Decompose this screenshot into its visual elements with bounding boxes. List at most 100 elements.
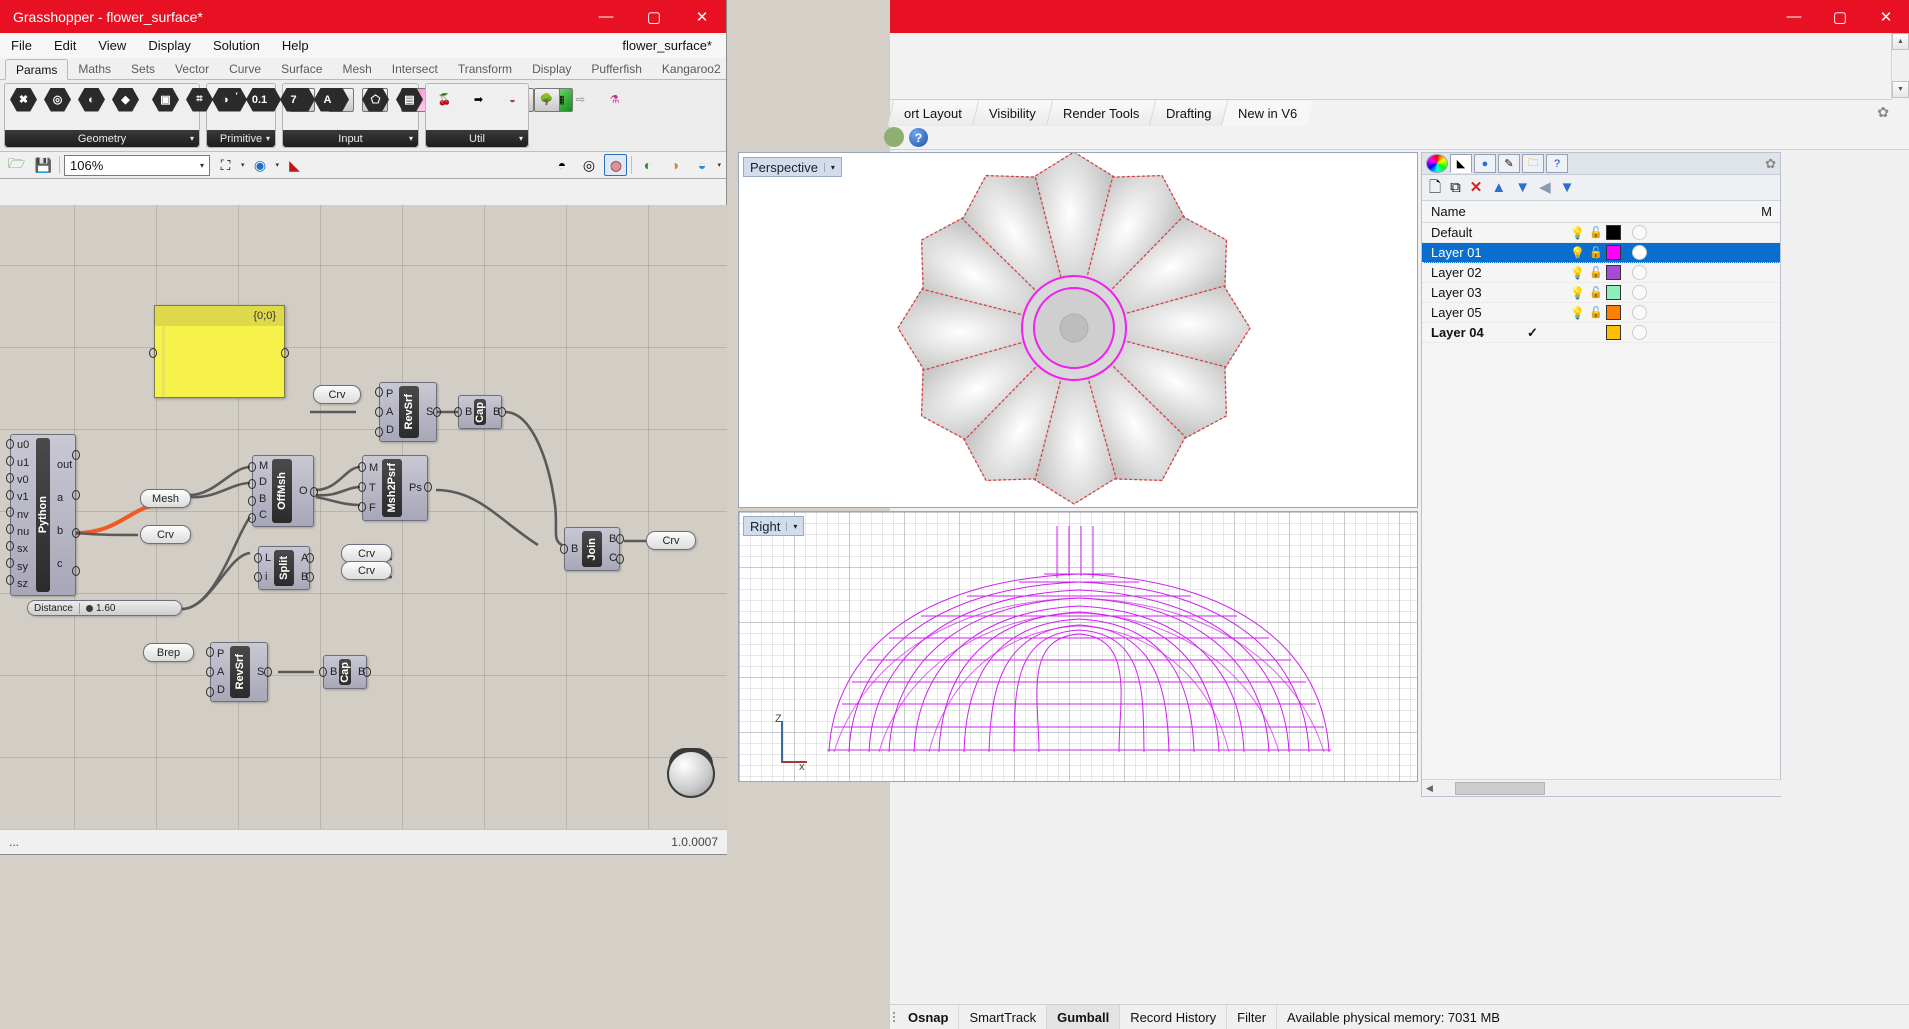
menu-edit[interactable]: Edit [43, 33, 87, 58]
output-ps[interactable]: Ps [403, 481, 423, 496]
back-icon[interactable]: ◀ [1539, 180, 1551, 195]
python-in-port-v0[interactable] [6, 473, 14, 483]
input-sx[interactable]: sx [11, 542, 35, 557]
unlocked-padlock-icon[interactable]: 🔓 [1586, 306, 1606, 319]
msh2psrf-title-bar[interactable]: Msh2Psrf [382, 459, 402, 517]
viewport-title-perspective[interactable]: Perspective ▾ [743, 157, 842, 177]
node-cap-2[interactable]: B Cap B [323, 655, 367, 689]
status-osnap[interactable]: Osnap [898, 1004, 960, 1029]
msh2psrf-in-m[interactable] [358, 462, 366, 472]
python-out-port-c[interactable] [72, 566, 80, 576]
menu-display[interactable]: Display [137, 33, 202, 58]
rhino-options-gear-icon[interactable]: ✿ [1877, 104, 1889, 121]
node-split[interactable]: L i Split A B [258, 546, 310, 590]
move-down-icon[interactable]: ▼ [1515, 180, 1530, 195]
eye-preview-icon[interactable]: ◉ [249, 154, 272, 176]
python-out-port-a[interactable] [72, 490, 80, 500]
cherry-icon[interactable]: 🍒 [428, 86, 461, 113]
python-in-port-nv[interactable] [6, 507, 14, 517]
render-icon[interactable]: ● [1474, 154, 1496, 173]
cap1-title-bar[interactable]: Cap [474, 399, 486, 425]
input-nv[interactable]: nv [11, 508, 35, 523]
color-wheel-icon[interactable] [1426, 154, 1448, 173]
layer-row-layer-01[interactable]: Layer 01 💡 🔓 [1422, 243, 1780, 263]
input-v1[interactable]: v1 [11, 490, 35, 505]
panel-0-0[interactable]: {0;0} [154, 305, 285, 398]
layers-icon[interactable]: ◣ [1450, 154, 1472, 173]
layer-material-icon[interactable] [1632, 225, 1647, 240]
tab-pufferfish[interactable]: Pufferfish [581, 58, 651, 79]
offmsh-title-bar[interactable]: OffMsh [272, 459, 292, 523]
join-out-b[interactable] [616, 534, 624, 544]
output-out[interactable]: out [51, 458, 75, 473]
layer-color-swatch[interactable] [1606, 325, 1621, 340]
jump-icon[interactable]: ➡ [462, 86, 495, 113]
param-crv-top[interactable]: Crv [313, 385, 361, 404]
python-in-port-sy[interactable] [6, 558, 14, 568]
help-icon[interactable]: ? [1546, 154, 1568, 173]
lightbulb-icon[interactable]: 💡 [1569, 286, 1586, 300]
tab-curve[interactable]: Curve [219, 58, 271, 79]
cap2-out-b[interactable] [363, 667, 371, 677]
layer-color-swatch[interactable] [1606, 245, 1621, 260]
rhino-command-scrollbar[interactable]: ▲ ▼ [1891, 33, 1909, 100]
join-out-c[interactable] [616, 554, 624, 564]
param-crv-split-b[interactable]: Crv [341, 561, 392, 580]
offmsh-out-o[interactable] [310, 487, 318, 497]
rhino-close-button[interactable]: ✕ [1863, 0, 1909, 33]
input-sz[interactable]: sz [11, 577, 35, 592]
input-v0[interactable]: v0 [11, 473, 35, 488]
preview-shaded-icon[interactable]: ◍ [604, 154, 628, 176]
zoom-extents-icon[interactable]: ⛶ [214, 154, 237, 176]
node-offmsh[interactable]: M D B C OffMsh O [252, 455, 314, 527]
tree-icon[interactable]: 🌳 [530, 86, 563, 113]
layer-row-layer-05[interactable]: Layer 05 💡 🔓 [1422, 303, 1780, 323]
offmsh-in-b[interactable] [248, 496, 256, 506]
chevron-down-icon[interactable]: ▾ [276, 161, 280, 169]
curve-param-icon[interactable]: ◐ [75, 86, 108, 113]
tab-viewport-layout[interactable]: ort Layout [886, 101, 978, 126]
revsrf2-out-s[interactable] [264, 667, 272, 677]
relay-icon[interactable]: ⇨ [564, 86, 597, 113]
layer-row-default[interactable]: Default 💡 🔓 [1422, 223, 1780, 243]
chevron-down-icon[interactable]: ▾ [190, 134, 194, 143]
unlocked-padlock-icon[interactable]: 🔓 [1586, 246, 1606, 259]
data-icon[interactable]: ◒ [496, 86, 529, 113]
tab-vector[interactable]: Vector [165, 58, 219, 79]
chevron-down-icon[interactable]: ▾ [409, 134, 413, 143]
node-cap-1[interactable]: B Cap B [458, 395, 502, 429]
gear-icon[interactable]: ✿ [1765, 156, 1776, 172]
param-mesh[interactable]: Mesh [140, 489, 191, 508]
split-in-i[interactable] [254, 572, 262, 582]
revsrf1-title-bar[interactable]: RevSrf [399, 386, 419, 438]
gh-maximize-button[interactable]: ▢ [630, 0, 678, 33]
slider-knob[interactable] [86, 604, 93, 612]
geometry-x-icon[interactable]: ✖ [7, 86, 40, 113]
chevron-down-icon[interactable]: ▾ [823, 162, 835, 172]
paint-icon[interactable]: ✎ [1498, 154, 1520, 173]
flask-icon[interactable]: ⚗ [598, 86, 631, 113]
node-revsrf-2[interactable]: P A D RevSrf S [210, 642, 268, 702]
cap1-out-b[interactable] [498, 407, 506, 417]
join-in-b[interactable] [560, 544, 568, 554]
panel-input-port[interactable] [149, 348, 157, 358]
layer-material-icon[interactable] [1632, 305, 1647, 320]
param-crv-left[interactable]: Crv [140, 525, 191, 544]
layers-horizontal-scrollbar[interactable]: ◀ [1422, 779, 1782, 796]
brep-icon[interactable]: ◎ [41, 86, 74, 113]
tab-new-in-v6[interactable]: New in V6 [1221, 101, 1314, 126]
gh-close-button[interactable]: ✕ [678, 0, 726, 33]
python-out-port-out[interactable] [72, 450, 80, 460]
layer-row-layer-04[interactable]: Layer 04 ✓ [1422, 323, 1780, 343]
input-sy[interactable]: sy [11, 560, 35, 575]
input-p[interactable]: P [211, 647, 229, 662]
chevron-down-icon[interactable]: ▾ [241, 161, 245, 169]
lightbulb-icon[interactable]: 💡 [1569, 226, 1586, 240]
join-title-bar[interactable]: Join [582, 531, 602, 567]
save-file-icon[interactable]: 💾 [32, 154, 55, 176]
viewport-perspective[interactable]: Perspective ▾ [738, 152, 1418, 508]
node-python[interactable]: u0 u1 v0 v1 nv nu sx sy sz Python out a … [10, 434, 76, 596]
revsrf2-in-d[interactable] [206, 687, 214, 697]
split-title-bar[interactable]: Split [274, 550, 294, 586]
chevron-down-icon[interactable]: ▾ [717, 161, 721, 169]
